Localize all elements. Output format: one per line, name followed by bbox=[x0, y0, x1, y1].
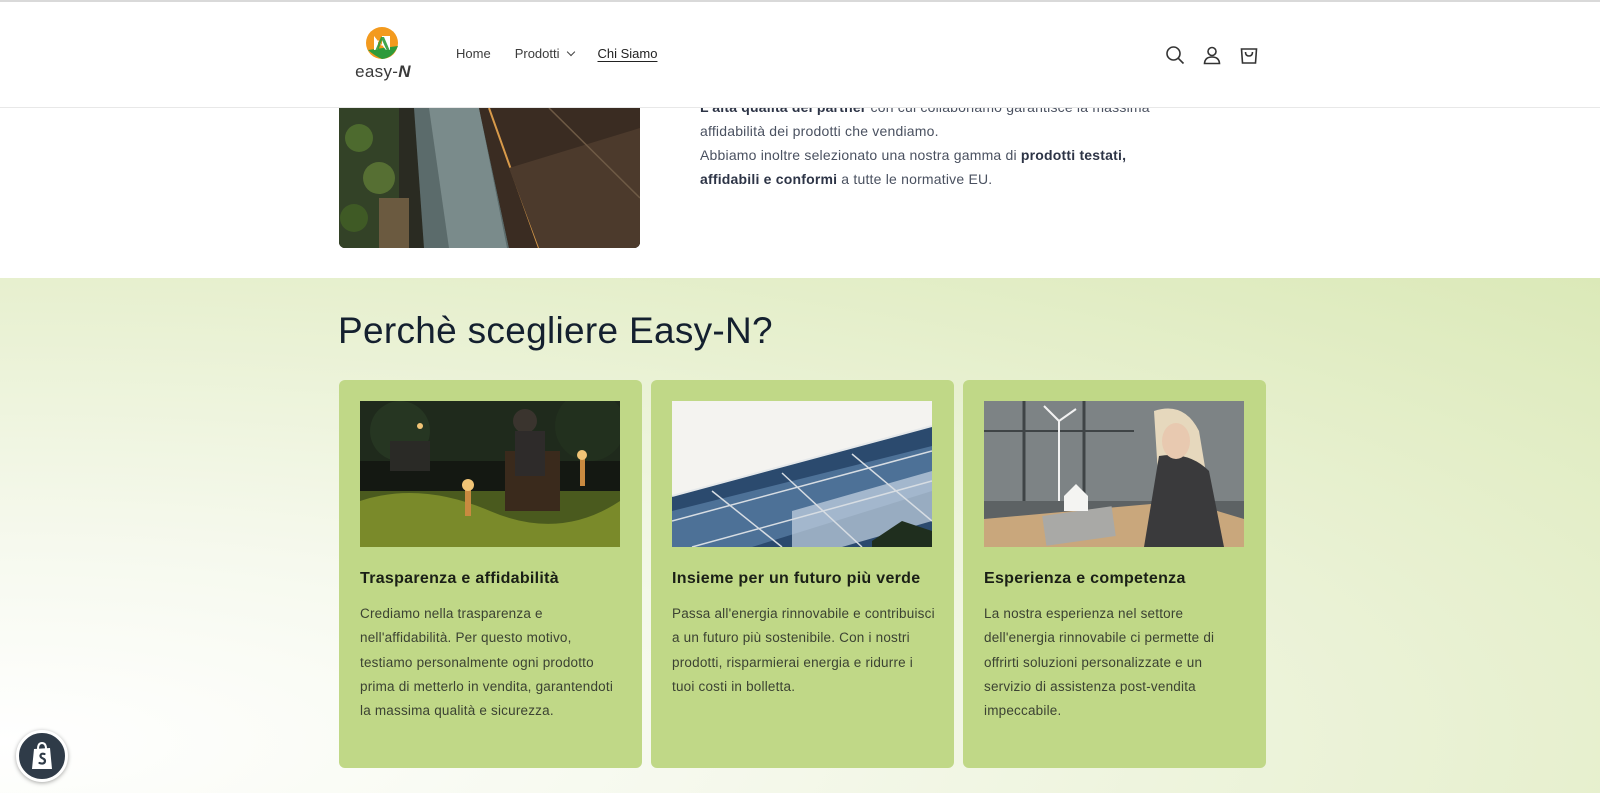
search-icon[interactable] bbox=[1164, 44, 1186, 66]
intro-line-4: affidabili e conformi a tutte le normati… bbox=[700, 171, 993, 187]
card-title: Trasparenza e affidabilità bbox=[360, 570, 559, 587]
section-title: Perchè scegliere Easy-N? bbox=[338, 310, 773, 351]
intro-image bbox=[339, 108, 640, 248]
nav-prodotti[interactable]: Prodotti bbox=[515, 46, 575, 61]
card-title: Insieme per un futuro più verde bbox=[672, 570, 921, 587]
card-image-garden bbox=[360, 401, 620, 547]
intro-line-2: affidabilità dei prodotti che vendiamo. bbox=[700, 123, 939, 139]
feature-card-transparency: Trasparenza e affidabilità Crediamo nell… bbox=[339, 380, 642, 768]
shopify-badge[interactable] bbox=[16, 730, 68, 782]
nav-home[interactable]: Home bbox=[456, 46, 491, 61]
logo[interactable]: easy-N bbox=[350, 26, 416, 86]
card-image-solar-panels bbox=[672, 401, 932, 547]
chevron-down-icon bbox=[566, 47, 575, 56]
logo-mark-icon bbox=[366, 27, 398, 59]
header-icons bbox=[1164, 44, 1260, 66]
card-text: La nostra esperienza nel settore dell'en… bbox=[984, 606, 1215, 719]
site-header: easy-N Home Prodotti Chi Siamo bbox=[0, 2, 1600, 108]
main-nav: Home Prodotti Chi Siamo bbox=[456, 46, 681, 61]
card-text: Crediamo nella trasparenza e nell'affida… bbox=[360, 606, 614, 719]
intro-line-3: Abbiamo inoltre selezionato una nostra g… bbox=[700, 147, 1127, 163]
cart-icon[interactable] bbox=[1238, 44, 1260, 66]
feature-card-experience: Esperienza e competenza La nostra esperi… bbox=[963, 380, 1266, 768]
card-title: Esperienza e competenza bbox=[984, 570, 1186, 587]
card-image-woman-wind-turbine bbox=[984, 401, 1244, 547]
intro-text: L'alta qualità dei partner con cui colla… bbox=[700, 95, 1200, 191]
card-text: Passa all'energia rinnovabile e contribu… bbox=[672, 606, 935, 694]
logo-text: easy-N bbox=[355, 62, 411, 81]
account-icon[interactable] bbox=[1201, 44, 1223, 66]
feature-card-green-future: Insieme per un futuro più verde Passa al… bbox=[651, 380, 954, 768]
shopify-bag-icon bbox=[32, 741, 52, 769]
why-section: Perchè scegliere Easy-N? Trasparenza e a… bbox=[0, 278, 1600, 793]
nav-chi-siamo[interactable]: Chi Siamo bbox=[598, 46, 658, 61]
